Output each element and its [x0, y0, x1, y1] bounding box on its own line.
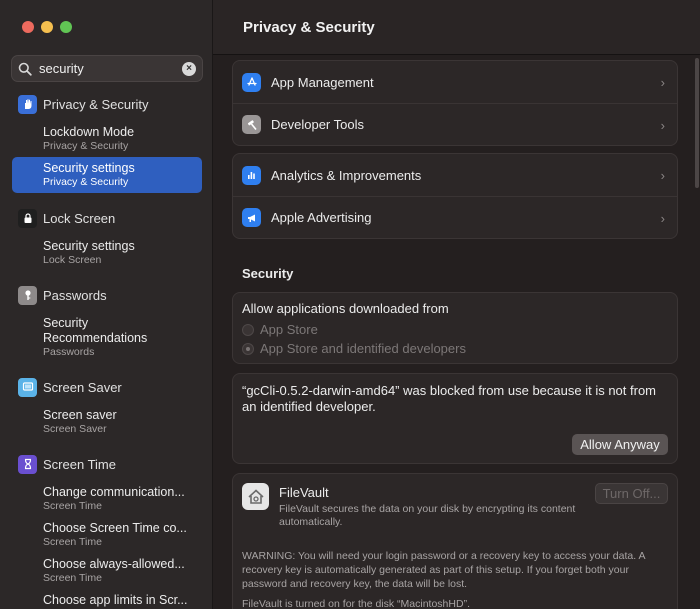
sidebar-result-change-communication[interactable]: Change communication... Screen Time: [12, 481, 202, 517]
radio-label: App Store and identified developers: [260, 341, 466, 356]
search-input[interactable]: [39, 61, 182, 76]
analytics-icon: [242, 165, 261, 185]
filevault-warning: WARNING: You will need your login passwo…: [242, 550, 645, 590]
filevault-title: FileVault: [279, 485, 329, 500]
result-subtitle: Screen Saver: [43, 423, 107, 435]
row-analytics-improvements[interactable]: Analytics & Improvements ›: [233, 154, 677, 196]
result-subtitle: Lock Screen: [43, 254, 102, 266]
sidebar-item-screen-saver[interactable]: Screen Saver: [0, 375, 212, 399]
settings-group-management: App Management › Developer Tools ›: [232, 60, 678, 146]
hourglass-icon: [18, 454, 37, 474]
result-title: Change communication...: [43, 485, 185, 499]
hammer-icon: [242, 115, 261, 134]
sidebar-result-screen-saver[interactable]: Screen saver Screen Saver: [12, 404, 202, 440]
result-title: Security settings: [43, 161, 135, 175]
result-title: Security: [43, 316, 89, 330]
hand-icon: [18, 94, 37, 114]
sidebar-section-privacy-security: Privacy & Security Lockdown Mode Privacy…: [0, 92, 212, 193]
filevault-card: FileVault FileVault secures the data on …: [232, 473, 678, 609]
window-controls: [22, 21, 72, 33]
sidebar-result-choose-screen-time[interactable]: Choose Screen Time co... Screen Time: [12, 517, 202, 553]
result-subtitle: Screen Time: [43, 500, 102, 512]
main-pane: Privacy & Security App Management › Deve…: [213, 0, 700, 609]
scrollbar[interactable]: [694, 0, 700, 609]
clear-search-icon[interactable]: ×: [182, 61, 196, 76]
result-title: Choose always-allowed...: [43, 557, 185, 571]
app-store-icon: [242, 72, 261, 92]
close-window-button[interactable]: [22, 21, 34, 33]
result-title: Security settings: [43, 239, 135, 253]
row-developer-tools[interactable]: Developer Tools ›: [233, 103, 677, 145]
allow-applications-card: Allow applications downloaded from App S…: [232, 292, 678, 364]
sidebar-section-screen-time: Screen Time Change communication... Scre…: [0, 452, 212, 609]
sidebar-section-label: Lock Screen: [43, 210, 116, 226]
chevron-right-icon: ›: [660, 118, 665, 133]
sidebar-section-label: Screen Time: [43, 456, 116, 472]
row-label: Analytics & Improvements: [271, 167, 422, 183]
radio-button[interactable]: [242, 323, 254, 336]
result-subtitle: Privacy & Security: [43, 140, 129, 152]
megaphone-icon: [242, 208, 261, 227]
row-label: App Management: [271, 74, 374, 90]
sidebar-result-lockdown-mode[interactable]: Lockdown Mode Privacy & Security: [12, 121, 202, 157]
radio-app-store[interactable]: App Store: [242, 320, 668, 339]
result-title: Screen saver: [43, 408, 117, 422]
scrollbar-thumb[interactable]: [695, 58, 699, 188]
lock-icon: [18, 208, 37, 228]
result-title: Choose app limits in Scr...: [43, 593, 188, 607]
sidebar-result-choose-app-limits[interactable]: Choose app limits in Scr...: [12, 589, 202, 609]
filevault-status: FileVault is turned on for the disk “Mac…: [242, 598, 470, 609]
page-title: Privacy & Security: [243, 19, 375, 36]
allow-anyway-button[interactable]: Allow Anyway: [572, 434, 668, 455]
row-app-management[interactable]: App Management ›: [233, 61, 677, 103]
blocked-message: “gcCli-0.5.2-darwin-amd64” was blocked f…: [242, 383, 657, 414]
zoom-window-button[interactable]: [60, 21, 72, 33]
result-title-line2: Recommendations: [43, 331, 148, 345]
house-icon: [242, 483, 269, 510]
search-field[interactable]: ×: [11, 55, 203, 82]
sidebar-item-lock-screen[interactable]: Lock Screen: [0, 206, 212, 230]
title-bar: Privacy & Security: [213, 0, 700, 55]
sidebar-result-security-settings-privacy[interactable]: Security settings Privacy & Security: [12, 157, 202, 193]
security-section-title: Security: [242, 266, 294, 281]
allow-applications-heading: Allow applications downloaded from: [242, 301, 449, 316]
sidebar-result-security-settings-lock[interactable]: Security settings Lock Screen: [12, 235, 202, 271]
sidebar-result-choose-always-allowed[interactable]: Choose always-allowed... Screen Time: [12, 553, 202, 589]
radio-label: App Store: [260, 322, 318, 337]
sidebar-result-security-recommendations[interactable]: Security Recommendations Passwords: [12, 312, 202, 363]
chevron-right-icon: ›: [660, 168, 665, 183]
sidebar-section-label: Privacy & Security: [43, 96, 149, 112]
key-icon: [18, 285, 37, 305]
radio-button[interactable]: [242, 342, 254, 355]
sidebar-section-screen-saver: Screen Saver Screen saver Screen Saver: [0, 375, 212, 440]
sidebar-section-label: Screen Saver: [43, 379, 122, 395]
chevron-right-icon: ›: [660, 211, 665, 226]
sidebar: × Privacy & Security Lockdown Mode Priva…: [0, 0, 213, 609]
sidebar-section-passwords: Passwords Security Recommendations Passw…: [0, 283, 212, 363]
sidebar-item-screen-time[interactable]: Screen Time: [0, 452, 212, 476]
sidebar-item-passwords[interactable]: Passwords: [0, 283, 212, 307]
row-apple-advertising[interactable]: Apple Advertising ›: [233, 196, 677, 238]
sidebar-section-lock-screen: Lock Screen Security settings Lock Scree…: [0, 206, 212, 271]
chevron-right-icon: ›: [660, 75, 665, 90]
result-subtitle: Privacy & Security: [43, 176, 129, 188]
screen-saver-icon: [18, 377, 37, 397]
result-subtitle: Screen Time: [43, 536, 102, 548]
result-title: Choose Screen Time co...: [43, 521, 187, 535]
filevault-description: FileVault secures the data on your disk …: [279, 503, 576, 528]
sidebar-item-privacy-security[interactable]: Privacy & Security: [0, 92, 212, 116]
result-title: Lockdown Mode: [43, 125, 135, 139]
minimize-window-button[interactable]: [41, 21, 53, 33]
settings-group-analytics: Analytics & Improvements › Apple Adverti…: [232, 153, 678, 239]
radio-app-store-identified[interactable]: App Store and identified developers: [242, 339, 668, 358]
blocked-app-card: “gcCli-0.5.2-darwin-amd64” was blocked f…: [232, 373, 678, 464]
row-label: Apple Advertising: [271, 210, 372, 225]
row-label: Developer Tools: [271, 117, 364, 132]
result-subtitle: Passwords: [43, 346, 95, 358]
result-subtitle: Screen Time: [43, 572, 102, 584]
system-settings-window: × Privacy & Security Lockdown Mode Priva…: [0, 0, 700, 609]
sidebar-section-label: Passwords: [43, 287, 107, 303]
turn-off-filevault-button[interactable]: Turn Off...: [595, 483, 668, 504]
search-icon: [18, 62, 32, 76]
